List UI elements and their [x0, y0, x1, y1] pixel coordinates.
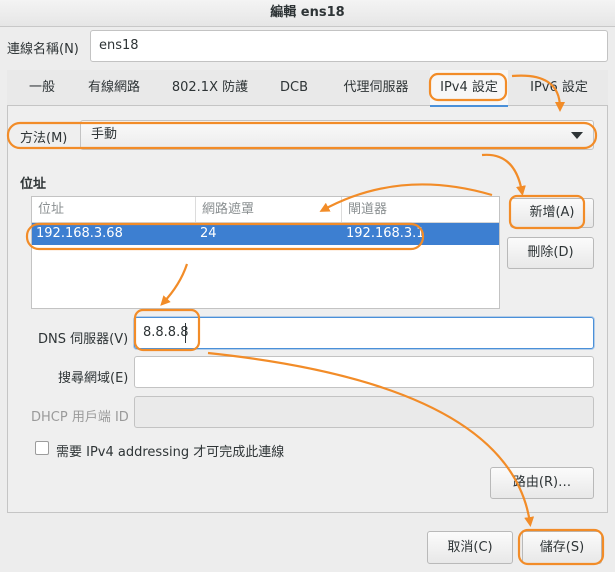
- method-value: 手動: [91, 127, 118, 142]
- text-cursor: [185, 323, 186, 343]
- dhcp-client-id-label: DHCP 用戶端 ID: [31, 410, 129, 425]
- tab-bar: 一般 有線網路 802.1X 防護 DCB 代理伺服器 IPv4 設定 IPv6…: [7, 70, 608, 107]
- require-ipv4-label: 需要 IPv4 addressing 才可完成此連線: [56, 445, 285, 460]
- tab-general[interactable]: 一般: [17, 70, 67, 105]
- cancel-button[interactable]: 取消(C): [427, 531, 513, 564]
- tab-ipv6-settings[interactable]: IPv6 設定: [519, 70, 599, 105]
- save-button[interactable]: 儲存(S): [522, 531, 602, 564]
- column-netmask[interactable]: 網路遮罩: [196, 197, 342, 222]
- row-netmask: 24: [200, 226, 217, 241]
- tab-proxy[interactable]: 代理伺服器: [330, 70, 422, 105]
- column-address[interactable]: 位址: [32, 197, 196, 222]
- search-domains-input[interactable]: [134, 356, 594, 388]
- method-label: 方法(M): [20, 131, 68, 146]
- tab-dcb[interactable]: DCB: [269, 70, 319, 105]
- search-domains-label: 搜尋網域(E): [58, 371, 129, 386]
- addresses-heading: 位址: [20, 177, 47, 192]
- address-table[interactable]: 位址 網路遮罩 閘道器 192.168.3.68 24 192.168.3.1: [31, 196, 500, 309]
- dns-input[interactable]: 8.8.8.8: [134, 317, 594, 349]
- add-address-button[interactable]: 新增(A): [510, 198, 594, 228]
- require-ipv4-checkbox[interactable]: [35, 441, 49, 455]
- tab-wired[interactable]: 有線網路: [79, 70, 149, 105]
- address-table-header: 位址 網路遮罩 閘道器: [32, 197, 499, 223]
- dns-label: DNS 伺服器(V): [38, 332, 129, 347]
- tab-8021x-security[interactable]: 802.1X 防護: [162, 70, 258, 105]
- connection-name-input[interactable]: ens18: [90, 30, 608, 62]
- method-dropdown[interactable]: 手動: [80, 120, 594, 150]
- dhcp-client-id-input: [134, 396, 594, 428]
- column-gateway[interactable]: 閘道器: [342, 197, 499, 222]
- row-address: 192.168.3.68: [36, 226, 123, 241]
- table-row[interactable]: 192.168.3.68 24 192.168.3.1: [32, 223, 499, 245]
- routes-button[interactable]: 路由(R)…: [490, 467, 594, 499]
- connection-name-label: 連線名稱(N): [7, 42, 79, 57]
- tab-ipv4-settings[interactable]: IPv4 設定: [430, 70, 508, 107]
- dropdown-arrow-icon: [571, 132, 583, 139]
- delete-address-button[interactable]: 刪除(D): [507, 237, 594, 269]
- row-gateway: 192.168.3.1: [346, 226, 425, 241]
- window-title: 編輯 ens18: [0, 0, 615, 27]
